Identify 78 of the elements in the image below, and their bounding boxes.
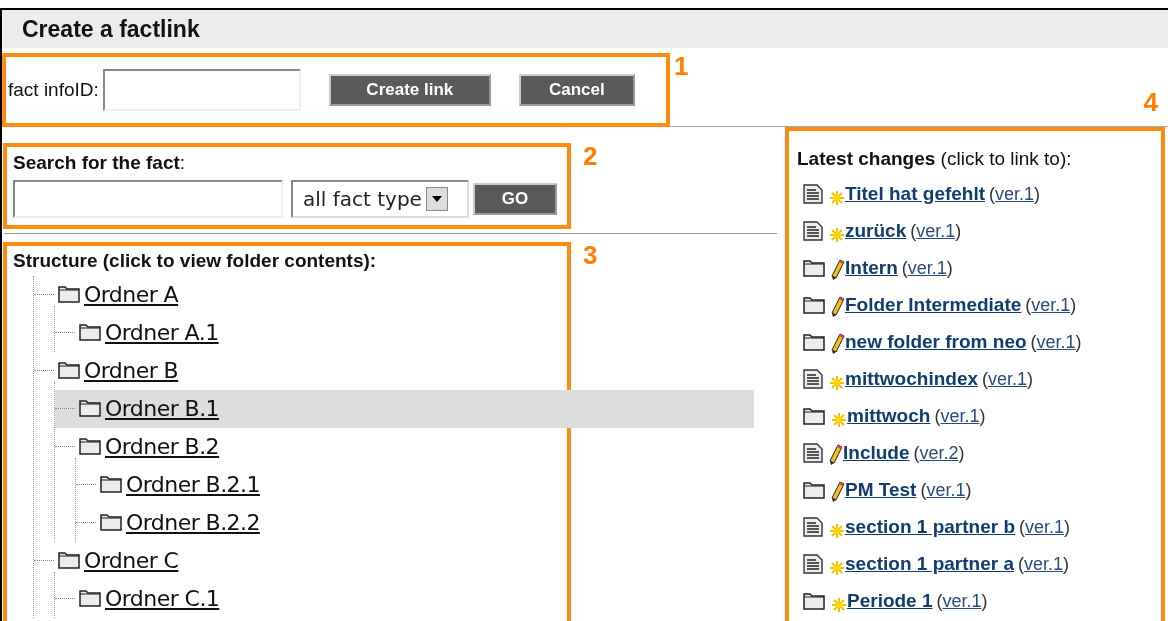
tree-row[interactable]: Ordner B.2 bbox=[55, 427, 754, 466]
folder-icon bbox=[79, 399, 101, 418]
version-link[interactable]: (ver.1) bbox=[1019, 513, 1071, 541]
folder-link[interactable]: Ordner A bbox=[84, 278, 179, 311]
tree-row[interactable]: Ordner B.2.1 bbox=[76, 465, 754, 504]
tree-row[interactable]: Ordner A.1 bbox=[55, 313, 754, 352]
tree-row[interactable]: Ordner C.1 bbox=[55, 579, 754, 618]
change-link[interactable]: section 1 partner a bbox=[845, 549, 1014, 579]
callout-number: 1 bbox=[674, 53, 689, 79]
latest-changes-heading: Latest changes (click to link to): bbox=[797, 147, 1073, 171]
folder-icon bbox=[100, 513, 122, 532]
folder-icon bbox=[58, 551, 80, 570]
tree-row[interactable]: Ordner C bbox=[34, 541, 754, 580]
go-button[interactable]: GO bbox=[473, 182, 557, 215]
create-link-button[interactable]: Create link bbox=[328, 74, 491, 106]
tree-row[interactable]: Ordner B bbox=[34, 351, 754, 390]
change-link[interactable]: mittwoch bbox=[847, 401, 931, 431]
document-icon bbox=[803, 369, 823, 389]
search-field[interactable] bbox=[13, 179, 283, 218]
callout-number: 4 bbox=[1143, 87, 1158, 117]
change-link[interactable]: zurück bbox=[845, 216, 907, 246]
folder-icon bbox=[803, 333, 825, 351]
folder-icon bbox=[79, 437, 101, 456]
folder-link[interactable]: Ordner B.2.1 bbox=[126, 468, 260, 501]
version-link[interactable]: (ver.1) bbox=[1025, 291, 1077, 319]
change-link[interactable]: Titel hat gefehlt bbox=[845, 179, 986, 209]
search-heading: Search for the fact: bbox=[13, 152, 186, 173]
folder-link[interactable]: Ordner C.1 bbox=[105, 582, 220, 615]
version-link[interactable]: (ver.1) bbox=[920, 476, 972, 504]
version-link[interactable]: (ver.1) bbox=[936, 587, 988, 615]
tree-row[interactable]: Ordner A bbox=[34, 275, 754, 314]
folder-link[interactable]: Ordner B.2 bbox=[105, 430, 220, 463]
callout-number: 2 bbox=[583, 143, 598, 169]
change-link[interactable]: Periode 1 bbox=[847, 586, 933, 616]
document-icon bbox=[803, 184, 823, 204]
version-link[interactable]: (ver.1) bbox=[934, 402, 986, 430]
window-title: Create a factlink bbox=[22, 14, 200, 44]
info-id-field[interactable] bbox=[102, 69, 301, 111]
change-link[interactable]: Intern bbox=[845, 253, 898, 283]
version-link[interactable]: (ver.2) bbox=[913, 439, 965, 467]
change-link[interactable]: section 1 partner b bbox=[845, 512, 1015, 542]
document-icon bbox=[803, 517, 823, 537]
tree-row[interactable]: Ordner B.1 bbox=[55, 389, 754, 428]
folder-link[interactable]: Ordner A.1 bbox=[105, 316, 219, 349]
folder-icon bbox=[58, 361, 80, 380]
folder-icon bbox=[79, 323, 101, 342]
folder-icon bbox=[803, 407, 825, 425]
field-label: fact infoID: bbox=[8, 77, 99, 102]
folder-icon bbox=[803, 592, 825, 610]
folder-link[interactable]: Ordner C bbox=[84, 544, 179, 577]
version-link[interactable]: (ver.1) bbox=[901, 254, 953, 282]
document-icon bbox=[803, 554, 823, 574]
version-link[interactable]: (ver.1) bbox=[982, 365, 1034, 393]
structure-heading: Structure (click to view folder contents): bbox=[13, 249, 378, 273]
document-icon bbox=[803, 443, 823, 463]
document-icon bbox=[803, 221, 823, 241]
folder-icon bbox=[79, 589, 101, 608]
change-link[interactable]: new folder from neo bbox=[845, 327, 1027, 357]
folder-link[interactable]: Ordner B.2.2 bbox=[126, 506, 260, 539]
version-link[interactable]: (ver.1) bbox=[1017, 550, 1069, 578]
callout-number: 3 bbox=[583, 242, 598, 268]
folder-icon bbox=[803, 481, 825, 499]
version-link[interactable]: (ver.1) bbox=[910, 217, 962, 245]
version-link[interactable]: (ver.1) bbox=[989, 180, 1041, 208]
folder-icon bbox=[58, 285, 80, 304]
folder-link[interactable]: Ordner B.1 bbox=[105, 392, 220, 425]
change-link[interactable]: Include bbox=[843, 438, 910, 468]
version-link[interactable]: (ver.1) bbox=[1030, 328, 1082, 356]
tree-row[interactable]: Ordner B.2.2 bbox=[76, 503, 754, 542]
change-link[interactable]: Folder Intermediate bbox=[845, 290, 1022, 320]
fact-type-dropdown[interactable]: all fact type bbox=[291, 179, 469, 218]
change-link[interactable]: PM Test bbox=[845, 475, 917, 505]
change-link[interactable]: mittwochindex bbox=[845, 364, 978, 394]
folder-icon bbox=[100, 475, 122, 494]
folder-link[interactable]: Ordner B bbox=[84, 354, 179, 387]
folder-icon bbox=[803, 296, 825, 314]
cancel-button[interactable]: Cancel bbox=[518, 74, 635, 106]
folder-icon bbox=[803, 259, 825, 277]
